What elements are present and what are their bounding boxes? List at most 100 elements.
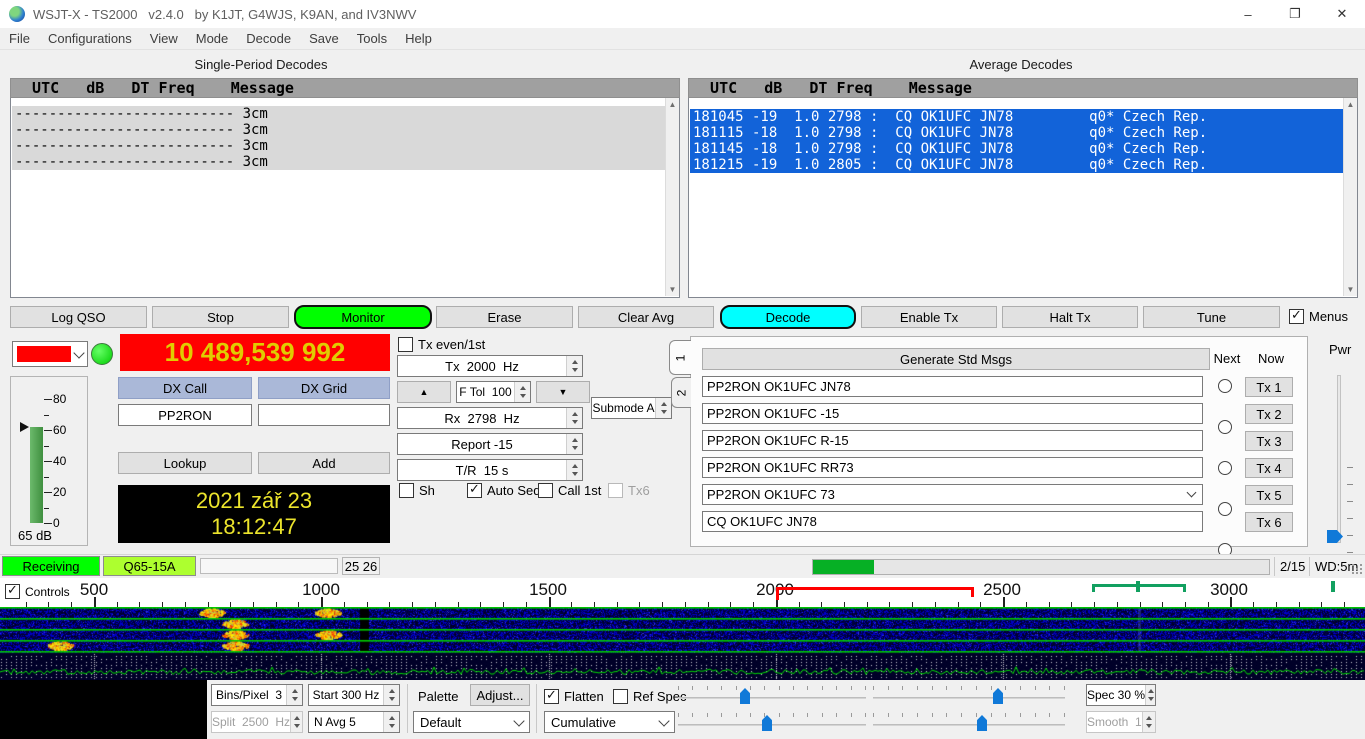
tx-message-1-input[interactable] (702, 376, 1203, 397)
scroll-up-icon[interactable]: ▲ (669, 100, 677, 109)
spin-up-icon[interactable] (389, 716, 395, 720)
decode-row[interactable]: 181045 -19 1.0 2798 : CQ OK1UFC JN78 q0*… (690, 109, 1347, 125)
menu-tools[interactable]: Tools (348, 31, 396, 46)
spin-down-icon[interactable] (389, 697, 395, 701)
report-spinner[interactable]: Report -15 (397, 433, 583, 455)
checkbox-box[interactable] (538, 483, 553, 498)
tx4-button[interactable]: Tx 4 (1245, 458, 1293, 478)
clear-avg-button[interactable]: Clear Avg (578, 306, 714, 328)
tx6-button[interactable]: Tx 6 (1245, 512, 1293, 532)
spinner-arrows[interactable] (566, 460, 582, 480)
tx-freq-spinner[interactable]: Tx 2000 Hz (397, 355, 583, 377)
spinner-arrows[interactable] (566, 434, 582, 454)
tx5-button[interactable]: Tx 5 (1245, 485, 1293, 505)
palette-select[interactable]: Default (413, 711, 530, 733)
checkbox-box[interactable] (544, 689, 559, 704)
start-freq-spinner[interactable]: Start 300 Hz (308, 684, 400, 706)
menu-decode[interactable]: Decode (237, 31, 300, 46)
frequency-display[interactable]: 10 489,539 992 (120, 334, 390, 371)
spec-percent-spinner[interactable]: Spec 30 % (1086, 684, 1156, 706)
menu-configurations[interactable]: Configurations (39, 31, 141, 46)
menu-mode[interactable]: Mode (187, 31, 238, 46)
decode-row[interactable]: 181145 -18 1.0 2798 : CQ OK1UFC JN78 q0*… (690, 141, 1347, 157)
add-button[interactable]: Add (258, 452, 390, 474)
spin-down-icon[interactable] (572, 420, 578, 424)
auto-seq-checkbox[interactable]: Auto Seq (467, 483, 541, 498)
next-radio-tx1[interactable] (1218, 379, 1232, 393)
flatten-checkbox[interactable]: Flatten (544, 689, 604, 704)
spin-up-icon[interactable] (572, 360, 578, 364)
spin-down-icon[interactable] (661, 410, 667, 414)
tx-message-4-input[interactable] (702, 457, 1203, 478)
checkbox-box[interactable] (467, 483, 482, 498)
scrollbar[interactable]: ▲▼ (665, 98, 679, 296)
spinner-arrows[interactable] (566, 356, 582, 376)
spin-down-icon[interactable] (1148, 697, 1154, 701)
tx-message-5-combo[interactable] (702, 484, 1203, 505)
ftol-spinner[interactable]: F Tol 100 (456, 381, 531, 403)
decode-row[interactable]: -------------------------- 3cm (12, 154, 669, 170)
resize-grip[interactable] (1352, 564, 1354, 566)
spinner-arrows[interactable] (514, 382, 530, 402)
maximize-button[interactable]: ❐ (1278, 0, 1312, 28)
spin-up-icon[interactable] (1148, 689, 1154, 693)
checkbox-box[interactable] (613, 689, 628, 704)
spin-down-icon[interactable] (389, 724, 395, 728)
rx-freq-spinner[interactable]: Rx 2798 Hz (397, 407, 583, 429)
spin-up-icon[interactable] (661, 402, 667, 406)
decode-button[interactable]: Decode (720, 305, 856, 329)
tx-message-3-input[interactable] (702, 430, 1203, 451)
halt-tx-button[interactable]: Halt Tx (1002, 306, 1138, 328)
log-qso-button[interactable]: Log QSO (10, 306, 147, 328)
close-button[interactable]: ✕ (1325, 0, 1359, 28)
band-select[interactable] (12, 341, 88, 367)
waterfall-gain-slider[interactable] (678, 697, 866, 699)
spinner-arrows[interactable] (566, 408, 582, 428)
scroll-down-icon[interactable]: ▼ (1347, 285, 1355, 294)
spin-up-icon[interactable] (520, 386, 526, 390)
decode-row[interactable]: 181215 -19 1.0 2805 : CQ OK1UFC JN78 q0*… (690, 157, 1347, 173)
waterfall-display[interactable] (0, 607, 1365, 680)
dx-call-header[interactable]: DX Call (118, 377, 252, 399)
tx-even-checkbox[interactable]: Tx even/1st (398, 337, 485, 352)
waterfall-zero-slider[interactable] (873, 697, 1065, 699)
spin-up-icon[interactable] (572, 464, 578, 468)
minimize-button[interactable]: – (1231, 0, 1265, 28)
tune-button[interactable]: Tune (1143, 306, 1280, 328)
spin-down-icon[interactable] (572, 446, 578, 450)
scroll-up-icon[interactable]: ▲ (1347, 100, 1355, 109)
menu-help[interactable]: Help (396, 31, 441, 46)
menus-checkbox[interactable]: Menus (1289, 309, 1348, 324)
call-1st-checkbox[interactable]: Call 1st (538, 483, 601, 498)
checkbox-box[interactable] (1289, 309, 1304, 324)
tx2-button[interactable]: Tx 2 (1245, 404, 1293, 424)
spinner-arrows[interactable] (383, 685, 399, 705)
submode-spinner[interactable]: Submode A (591, 397, 672, 419)
menu-save[interactable]: Save (300, 31, 348, 46)
pwr-slider-groove[interactable] (1337, 375, 1341, 543)
spectrum-zero-slider[interactable] (873, 724, 1065, 726)
spin-up-icon[interactable] (572, 438, 578, 442)
tx1-button[interactable]: Tx 1 (1245, 377, 1293, 397)
menu-file[interactable]: File (0, 31, 39, 46)
spin-up-icon[interactable] (572, 412, 578, 416)
stop-button[interactable]: Stop (152, 306, 289, 328)
spinner-arrows[interactable] (383, 712, 399, 732)
decode-row[interactable]: -------------------------- 3cm (12, 138, 669, 154)
bins-pixel-spinner[interactable]: Bins/Pixel 3 (211, 684, 303, 706)
erase-button[interactable]: Erase (436, 306, 573, 328)
scrollbar[interactable]: ▲▼ (1343, 98, 1357, 296)
next-radio-tx2[interactable] (1218, 420, 1232, 434)
lookup-button[interactable]: Lookup (118, 452, 252, 474)
spin-up-icon[interactable] (389, 689, 395, 693)
monitor-button[interactable]: Monitor (294, 305, 432, 329)
tab-2[interactable]: 2 (671, 377, 691, 408)
dx-grid-header[interactable]: DX Grid (258, 377, 390, 399)
decode-row[interactable]: -------------------------- 3cm (12, 106, 669, 122)
decode-row[interactable]: 181115 -18 1.0 2798 : CQ OK1UFC JN78 q0*… (690, 125, 1347, 141)
dx-grid-input[interactable] (258, 404, 390, 426)
generate-std-msgs-button[interactable]: Generate Std Msgs (702, 348, 1210, 370)
checkbox-box[interactable] (398, 337, 413, 352)
spin-down-icon[interactable] (520, 394, 526, 398)
next-radio-tx3[interactable] (1218, 461, 1232, 475)
